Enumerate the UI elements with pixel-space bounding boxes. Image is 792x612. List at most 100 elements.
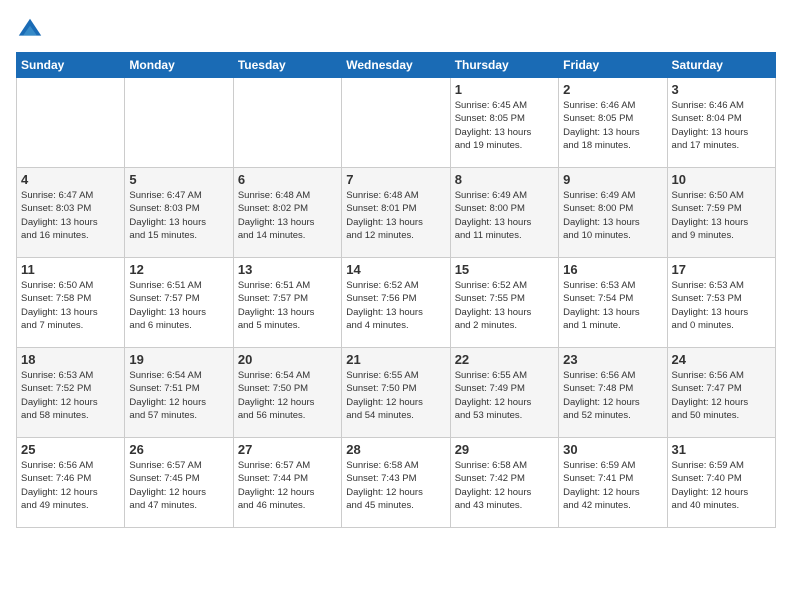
calendar-week-2: 11 Sunrise: 6:50 AM Sunset: 7:58 PM Dayli… [17, 258, 776, 348]
day-number: 17 [672, 262, 771, 277]
calendar-cell: 23 Sunrise: 6:56 AM Sunset: 7:48 PM Dayli… [559, 348, 667, 438]
day-number: 4 [21, 172, 120, 187]
day-number: 23 [563, 352, 662, 367]
weekday-row: SundayMondayTuesdayWednesdayThursdayFrid… [17, 53, 776, 78]
calendar-header: SundayMondayTuesdayWednesdayThursdayFrid… [17, 53, 776, 78]
day-number: 19 [129, 352, 228, 367]
calendar-cell: 12 Sunrise: 6:51 AM Sunset: 7:57 PM Dayli… [125, 258, 233, 348]
logo [16, 16, 48, 44]
calendar-cell: 21 Sunrise: 6:55 AM Sunset: 7:50 PM Dayli… [342, 348, 450, 438]
day-info: Sunrise: 6:57 AM Sunset: 7:44 PM Dayligh… [238, 459, 337, 512]
calendar-week-4: 25 Sunrise: 6:56 AM Sunset: 7:46 PM Dayli… [17, 438, 776, 528]
day-number: 13 [238, 262, 337, 277]
day-number: 5 [129, 172, 228, 187]
calendar-cell: 18Sunrise: 6:53 AM Sunset: 7:52 PM Dayli… [17, 348, 125, 438]
calendar-cell [17, 78, 125, 168]
calendar-body: 1 Sunrise: 6:45 AM Sunset: 8:05 PM Daylig… [17, 78, 776, 528]
day-number: 26 [129, 442, 228, 457]
day-number: 15 [455, 262, 554, 277]
day-info: Sunrise: 6:52 AM Sunset: 7:55 PM Dayligh… [455, 279, 554, 332]
day-info: Sunrise: 6:53 AM Sunset: 7:52 PM Dayligh… [21, 369, 120, 422]
day-info: Sunrise: 6:47 AM Sunset: 8:03 PM Dayligh… [129, 189, 228, 242]
day-info: Sunrise: 6:46 AM Sunset: 8:04 PM Dayligh… [672, 99, 771, 152]
calendar-week-1: 4 Sunrise: 6:47 AM Sunset: 8:03 PM Daylig… [17, 168, 776, 258]
calendar-cell: 8Sunrise: 6:49 AM Sunset: 8:00 PM Daylig… [450, 168, 558, 258]
day-info: Sunrise: 6:59 AM Sunset: 7:40 PM Dayligh… [672, 459, 771, 512]
calendar-cell [233, 78, 341, 168]
day-info: Sunrise: 6:47 AM Sunset: 8:03 PM Dayligh… [21, 189, 120, 242]
calendar-cell: 31 Sunrise: 6:59 AM Sunset: 7:40 PM Dayli… [667, 438, 775, 528]
day-number: 7 [346, 172, 445, 187]
calendar-cell: 9 Sunrise: 6:49 AM Sunset: 8:00 PM Daylig… [559, 168, 667, 258]
day-number: 29 [455, 442, 554, 457]
day-info: Sunrise: 6:55 AM Sunset: 7:49 PM Dayligh… [455, 369, 554, 422]
calendar-cell: 28 Sunrise: 6:58 AM Sunset: 7:43 PM Dayli… [342, 438, 450, 528]
calendar-cell: 3 Sunrise: 6:46 AM Sunset: 8:04 PM Daylig… [667, 78, 775, 168]
day-number: 14 [346, 262, 445, 277]
calendar-cell: 6 Sunrise: 6:48 AM Sunset: 8:02 PM Daylig… [233, 168, 341, 258]
weekday-header-wednesday: Wednesday [342, 53, 450, 78]
day-info: Sunrise: 6:46 AM Sunset: 8:05 PM Dayligh… [563, 99, 662, 152]
day-info: Sunrise: 6:51 AM Sunset: 7:57 PM Dayligh… [129, 279, 228, 332]
day-info: Sunrise: 6:57 AM Sunset: 7:45 PM Dayligh… [129, 459, 228, 512]
day-info: Sunrise: 6:48 AM Sunset: 8:02 PM Dayligh… [238, 189, 337, 242]
calendar-week-3: 18Sunrise: 6:53 AM Sunset: 7:52 PM Dayli… [17, 348, 776, 438]
day-number: 24 [672, 352, 771, 367]
calendar-cell: 10Sunrise: 6:50 AM Sunset: 7:59 PM Dayli… [667, 168, 775, 258]
day-number: 27 [238, 442, 337, 457]
day-info: Sunrise: 6:53 AM Sunset: 7:53 PM Dayligh… [672, 279, 771, 332]
calendar-cell: 4 Sunrise: 6:47 AM Sunset: 8:03 PM Daylig… [17, 168, 125, 258]
day-info: Sunrise: 6:49 AM Sunset: 8:00 PM Dayligh… [563, 189, 662, 242]
day-info: Sunrise: 6:53 AM Sunset: 7:54 PM Dayligh… [563, 279, 662, 332]
weekday-header-friday: Friday [559, 53, 667, 78]
day-info: Sunrise: 6:45 AM Sunset: 8:05 PM Dayligh… [455, 99, 554, 152]
day-info: Sunrise: 6:58 AM Sunset: 7:42 PM Dayligh… [455, 459, 554, 512]
day-number: 6 [238, 172, 337, 187]
calendar-table: SundayMondayTuesdayWednesdayThursdayFrid… [16, 52, 776, 528]
calendar-cell: 14 Sunrise: 6:52 AM Sunset: 7:56 PM Dayli… [342, 258, 450, 348]
day-info: Sunrise: 6:55 AM Sunset: 7:50 PM Dayligh… [346, 369, 445, 422]
page-header [16, 16, 776, 44]
calendar-cell: 13Sunrise: 6:51 AM Sunset: 7:57 PM Dayli… [233, 258, 341, 348]
day-number: 1 [455, 82, 554, 97]
day-number: 25 [21, 442, 120, 457]
day-info: Sunrise: 6:59 AM Sunset: 7:41 PM Dayligh… [563, 459, 662, 512]
calendar-cell: 29 Sunrise: 6:58 AM Sunset: 7:42 PM Dayli… [450, 438, 558, 528]
calendar-cell: 5 Sunrise: 6:47 AM Sunset: 8:03 PM Daylig… [125, 168, 233, 258]
day-info: Sunrise: 6:50 AM Sunset: 7:58 PM Dayligh… [21, 279, 120, 332]
day-number: 31 [672, 442, 771, 457]
weekday-header-thursday: Thursday [450, 53, 558, 78]
logo-icon [16, 16, 44, 44]
day-number: 21 [346, 352, 445, 367]
calendar-cell: 11 Sunrise: 6:50 AM Sunset: 7:58 PM Dayli… [17, 258, 125, 348]
calendar-cell: 27 Sunrise: 6:57 AM Sunset: 7:44 PM Dayli… [233, 438, 341, 528]
calendar-cell: 15 Sunrise: 6:52 AM Sunset: 7:55 PM Dayli… [450, 258, 558, 348]
day-info: Sunrise: 6:54 AM Sunset: 7:51 PM Dayligh… [129, 369, 228, 422]
weekday-header-saturday: Saturday [667, 53, 775, 78]
day-number: 11 [21, 262, 120, 277]
calendar-cell: 20Sunrise: 6:54 AM Sunset: 7:50 PM Dayli… [233, 348, 341, 438]
day-number: 16 [563, 262, 662, 277]
day-number: 2 [563, 82, 662, 97]
day-number: 22 [455, 352, 554, 367]
day-info: Sunrise: 6:56 AM Sunset: 7:48 PM Dayligh… [563, 369, 662, 422]
calendar-cell: 16 Sunrise: 6:53 AM Sunset: 7:54 PM Dayli… [559, 258, 667, 348]
day-info: Sunrise: 6:58 AM Sunset: 7:43 PM Dayligh… [346, 459, 445, 512]
weekday-header-sunday: Sunday [17, 53, 125, 78]
calendar-cell: 17 Sunrise: 6:53 AM Sunset: 7:53 PM Dayli… [667, 258, 775, 348]
calendar-cell [342, 78, 450, 168]
day-number: 12 [129, 262, 228, 277]
day-number: 30 [563, 442, 662, 457]
day-number: 28 [346, 442, 445, 457]
day-info: Sunrise: 6:48 AM Sunset: 8:01 PM Dayligh… [346, 189, 445, 242]
calendar-cell: 24Sunrise: 6:56 AM Sunset: 7:47 PM Dayli… [667, 348, 775, 438]
calendar-cell: 22 Sunrise: 6:55 AM Sunset: 7:49 PM Dayli… [450, 348, 558, 438]
calendar-cell: 25 Sunrise: 6:56 AM Sunset: 7:46 PM Dayli… [17, 438, 125, 528]
day-number: 3 [672, 82, 771, 97]
day-info: Sunrise: 6:52 AM Sunset: 7:56 PM Dayligh… [346, 279, 445, 332]
calendar-cell [125, 78, 233, 168]
weekday-header-tuesday: Tuesday [233, 53, 341, 78]
day-number: 8 [455, 172, 554, 187]
day-info: Sunrise: 6:56 AM Sunset: 7:46 PM Dayligh… [21, 459, 120, 512]
day-number: 9 [563, 172, 662, 187]
